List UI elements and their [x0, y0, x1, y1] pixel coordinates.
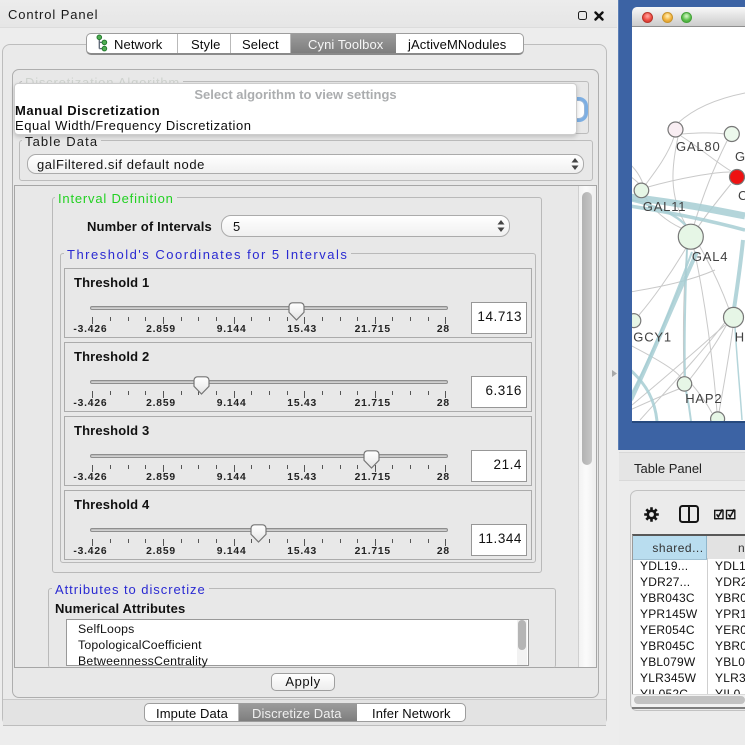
svg-text:H: H [735, 330, 745, 345]
svg-text:GAL11: GAL11 [643, 199, 687, 214]
svg-text:GCY1: GCY1 [633, 330, 672, 345]
svg-text:GAL4: GAL4 [692, 249, 728, 264]
svg-text:GAL80: GAL80 [676, 139, 720, 154]
svg-text:C: C [738, 188, 745, 203]
svg-text:HAP2: HAP2 [685, 391, 722, 406]
svg-text:GA: GA [735, 149, 745, 164]
